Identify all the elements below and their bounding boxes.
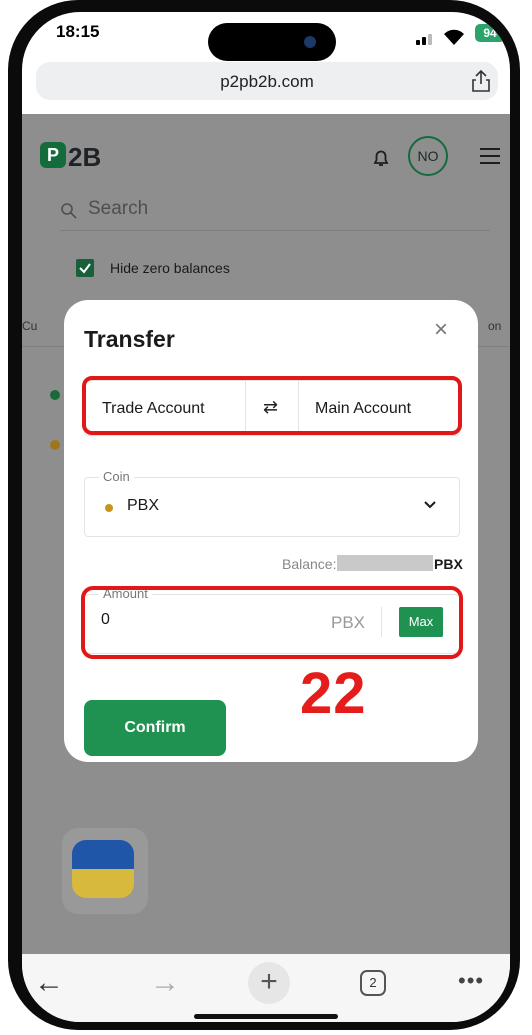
annotation-step-number: 22 xyxy=(300,661,367,726)
address-bar[interactable]: p2pb2b.com xyxy=(36,62,498,100)
hamburger-menu-icon[interactable] xyxy=(480,148,500,164)
bell-icon[interactable] xyxy=(372,148,390,168)
tab-switcher-button[interactable]: 2 xyxy=(360,970,386,996)
phone-screen: 18:15 94 p2pb2b.com P 2B NO Search Hide … xyxy=(22,12,510,1022)
signal-bar-3 xyxy=(428,34,432,45)
signal-bar-2 xyxy=(422,37,426,45)
back-arrow-icon[interactable]: ← xyxy=(34,966,64,1000)
forward-arrow-icon[interactable]: → xyxy=(150,966,180,1000)
coin-select[interactable]: Coin PBX xyxy=(84,469,460,537)
annotation-highlight-accounts xyxy=(82,376,462,435)
browser-toolbar: ← → + 2 ••• xyxy=(22,954,510,1022)
ukraine-flag-icon xyxy=(72,840,134,898)
dynamic-island xyxy=(208,23,336,61)
column-header-fragment-right: on xyxy=(488,319,502,333)
annotation-highlight-amount xyxy=(81,586,463,659)
balance-label: Balance: xyxy=(282,556,337,572)
pbx-coin-icon xyxy=(105,504,113,512)
camera-dot xyxy=(304,36,316,48)
search-input[interactable]: Search xyxy=(88,198,148,220)
user-avatar[interactable]: NO xyxy=(408,136,448,176)
home-indicator[interactable] xyxy=(194,1014,338,1019)
more-menu-icon[interactable]: ••• xyxy=(458,968,484,994)
coin-label: Coin xyxy=(99,469,134,484)
transfer-modal: Transfer × Trade Account ⇄ Main Account … xyxy=(64,300,478,762)
balance-unit: PBX xyxy=(434,556,463,572)
hide-zero-label: Hide zero balances xyxy=(110,260,230,276)
site-logo[interactable]: P 2B xyxy=(40,142,101,173)
search-underline xyxy=(60,230,490,231)
logo-mark: P xyxy=(40,142,66,168)
url-text: p2pb2b.com xyxy=(220,72,314,91)
coin-icon-row-1 xyxy=(50,390,60,400)
signal-bar-1 xyxy=(416,40,420,45)
hide-zero-checkbox[interactable] xyxy=(76,259,94,277)
balance-value-redacted xyxy=(337,555,433,571)
ukraine-flag-tile[interactable] xyxy=(62,828,148,914)
logo-text: 2B xyxy=(68,142,102,172)
status-time: 18:15 xyxy=(56,22,100,41)
chevron-down-icon xyxy=(424,501,436,509)
confirm-button[interactable]: Confirm xyxy=(84,700,226,756)
modal-title: Transfer xyxy=(84,326,175,352)
column-header-fragment-left: Cu xyxy=(22,319,38,333)
share-icon[interactable] xyxy=(470,69,492,93)
close-icon[interactable]: × xyxy=(434,318,448,342)
battery-indicator: 94 xyxy=(475,24,505,42)
search-icon xyxy=(61,203,77,219)
coin-selected-value: PBX xyxy=(127,497,160,514)
new-tab-button[interactable]: + xyxy=(248,962,290,1004)
coin-icon-row-2 xyxy=(50,440,60,450)
wifi-icon xyxy=(444,29,464,45)
